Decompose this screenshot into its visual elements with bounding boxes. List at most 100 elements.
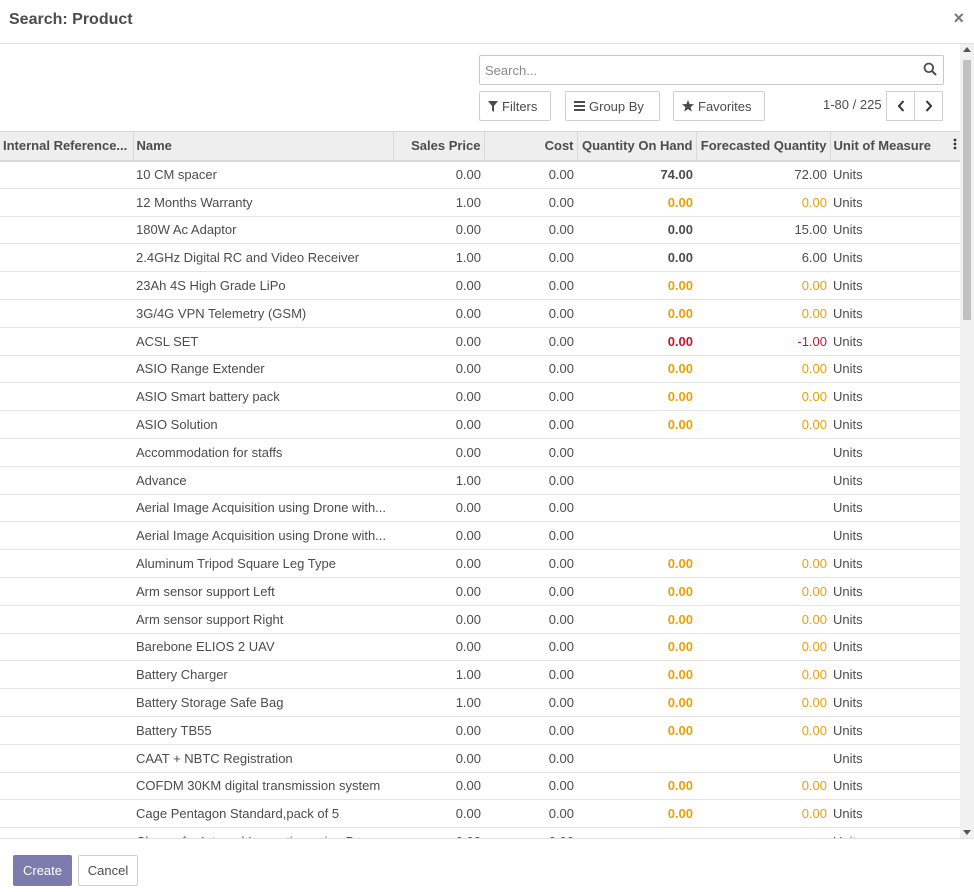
cell-spacer: [950, 466, 960, 495]
cell-spacer: [950, 660, 960, 690]
table-row[interactable]: ASIO Solution 0.00 0.00 0.00 0.00 Units: [0, 410, 960, 439]
cell-cost: 0.00: [484, 799, 577, 829]
table-row[interactable]: Arm sensor support Left 0.00 0.00 0.00 0.00 U…: [0, 577, 960, 606]
cell-name: Barebone ELIOS 2 UAV: [133, 633, 393, 662]
table-row[interactable]: ACSL SET 0.00 0.00 0.00 -1.00 Units: [0, 327, 960, 356]
cell-cost: 0.00: [484, 521, 577, 551]
table-row[interactable]: Accommodation for staffs 0.00 0.00 Units: [0, 438, 960, 467]
cell-spacer: [950, 355, 960, 384]
table-row[interactable]: Barebone ELIOS 2 UAV 0.00 0.00 0.00 0.00 Unit…: [0, 633, 960, 662]
cell-internal-reference: [0, 466, 133, 495]
dialog-title: Search: Product: [9, 11, 133, 28]
star-icon: [682, 100, 694, 112]
cell-unit-of-measure: Units: [830, 577, 950, 606]
cell-cost: 0.00: [484, 299, 577, 328]
table-row[interactable]: Arm sensor support Right 0.00 0.00 0.00 0.00…: [0, 605, 960, 634]
cell-unit-of-measure: Units: [830, 772, 950, 801]
cell-cost: 0.00: [484, 660, 577, 690]
column-header-forecasted-quantity[interactable]: Forecasted Quantity: [695, 131, 830, 162]
column-header-internal-reference[interactable]: Internal Reference...: [0, 131, 133, 162]
search-icon[interactable]: [923, 62, 937, 76]
table-body: 10 CM spacer 0.00 0.00 74.00 72.00 Units 12 Mo…: [0, 160, 960, 838]
cell-sales-price: 1.00: [393, 243, 484, 273]
table-row[interactable]: Aerial Image Acquisition using Drone wit…: [0, 494, 960, 523]
vertical-ellipsis-icon: [953, 138, 957, 150]
cell-internal-reference: [0, 327, 133, 356]
table-row[interactable]: ASIO Range Extender 0.00 0.00 0.00 0.00 Units: [0, 355, 960, 384]
table-row[interactable]: 180W Ac Adaptor 0.00 0.00 0.00 15.00 Units: [0, 216, 960, 245]
cell-internal-reference: [0, 243, 133, 273]
cell-quantity-on-hand: [577, 438, 696, 467]
cell-sales-price: 0.00: [393, 799, 484, 829]
group-by-button[interactable]: Group By: [565, 91, 660, 121]
cell-forecasted-quantity: 0.00: [696, 410, 830, 439]
cell-unit-of-measure: Units: [830, 549, 950, 578]
search-box[interactable]: [479, 55, 944, 85]
table-row[interactable]: Charge for Internal Inspection using Dro…: [0, 827, 960, 838]
table-row[interactable]: 12 Months Warranty 1.00 0.00 0.00 0.00 Units: [0, 188, 960, 217]
cell-spacer: [950, 772, 960, 801]
cell-cost: 0.00: [484, 577, 577, 606]
column-header-name[interactable]: Name: [132, 131, 393, 162]
cancel-button[interactable]: Cancel: [78, 855, 138, 886]
cell-unit-of-measure: Units: [830, 327, 950, 356]
group-by-label: Group By: [589, 98, 644, 114]
cell-forecasted-quantity: -1.00: [696, 327, 830, 356]
column-header-sales-price[interactable]: Sales Price: [392, 131, 484, 162]
pager-next-button[interactable]: [914, 91, 943, 121]
cell-name: ACSL SET: [133, 327, 393, 356]
cell-internal-reference: [0, 744, 133, 773]
table-row[interactable]: 23Ah 4S High Grade LiPo 0.00 0.00 0.00 0.00 U…: [0, 271, 960, 300]
cell-sales-price: 0.00: [393, 633, 484, 662]
table-row[interactable]: Cage Pentagon Standard,pack of 5 0.00 0.00…: [0, 799, 960, 829]
cell-internal-reference: [0, 216, 133, 245]
table-row[interactable]: Advance 1.00 0.00 Units: [0, 466, 960, 495]
scroll-down-arrow-icon[interactable]: [963, 830, 971, 835]
table-row[interactable]: 2.4GHz Digital RC and Video Receiver 1.00…: [0, 243, 960, 273]
filters-button[interactable]: Filters: [479, 91, 551, 121]
table-row[interactable]: Aerial Image Acquisition using Drone wit…: [0, 521, 960, 551]
table-row[interactable]: 3G/4G VPN Telemetry (GSM) 0.00 0.00 0.00 0.0…: [0, 299, 960, 328]
cell-forecasted-quantity: 6.00: [696, 243, 830, 273]
scrollbar-thumb[interactable]: [963, 60, 971, 320]
close-icon[interactable]: ×: [953, 8, 964, 29]
table-row[interactable]: Battery Charger 1.00 0.00 0.00 0.00 Units: [0, 660, 960, 690]
cell-quantity-on-hand: 0.00: [577, 633, 696, 662]
cell-cost: 0.00: [484, 355, 577, 384]
cell-spacer: [950, 243, 960, 273]
pager-previous-button[interactable]: [886, 91, 915, 121]
column-header-quantity-on-hand[interactable]: Quantity On Hand: [576, 131, 696, 162]
table-row[interactable]: COFDM 30KM digital transmission system 0.…: [0, 772, 960, 801]
cell-sales-price: 0.00: [393, 494, 484, 523]
scroll-up-arrow-icon[interactable]: [963, 47, 971, 52]
search-input[interactable]: [485, 61, 915, 79]
table-row[interactable]: ASIO Smart battery pack 0.00 0.00 0.00 0.00 U…: [0, 382, 960, 412]
optional-columns-toggle[interactable]: [950, 131, 960, 162]
cell-spacer: [950, 382, 960, 412]
table-row[interactable]: Aluminum Tripod Square Leg Type 0.00 0.00 0…: [0, 549, 960, 578]
cell-internal-reference: [0, 355, 133, 384]
bars-icon: [574, 101, 585, 111]
table-row[interactable]: CAAT + NBTC Registration 0.00 0.00 Units: [0, 744, 960, 773]
column-header-cost[interactable]: Cost: [483, 131, 577, 162]
cell-unit-of-measure: Units: [830, 355, 950, 384]
table-row[interactable]: 10 CM spacer 0.00 0.00 74.00 72.00 Units: [0, 160, 960, 189]
create-button[interactable]: Create: [13, 855, 72, 886]
cell-unit-of-measure: Units: [830, 466, 950, 495]
column-header-unit-of-measure[interactable]: Unit of Measure: [829, 131, 950, 162]
cell-sales-price: 0.00: [393, 605, 484, 634]
favorites-button[interactable]: Favorites: [673, 91, 765, 121]
cell-spacer: [950, 633, 960, 662]
pager-value[interactable]: 1-80 / 225: [823, 97, 882, 112]
cell-quantity-on-hand: 74.00: [577, 160, 696, 189]
table-row[interactable]: Battery Storage Safe Bag 1.00 0.00 0.00 0.00…: [0, 688, 960, 717]
vertical-scrollbar[interactable]: [960, 44, 974, 838]
cell-internal-reference: [0, 271, 133, 300]
cell-unit-of-measure: Units: [830, 243, 950, 273]
cell-name: Battery Charger: [133, 660, 393, 690]
cell-sales-price: 1.00: [393, 660, 484, 690]
cell-name: CAAT + NBTC Registration: [133, 744, 393, 773]
cell-spacer: [950, 688, 960, 717]
table-row[interactable]: Battery TB55 0.00 0.00 0.00 0.00 Units: [0, 716, 960, 745]
cell-cost: 0.00: [484, 243, 577, 273]
